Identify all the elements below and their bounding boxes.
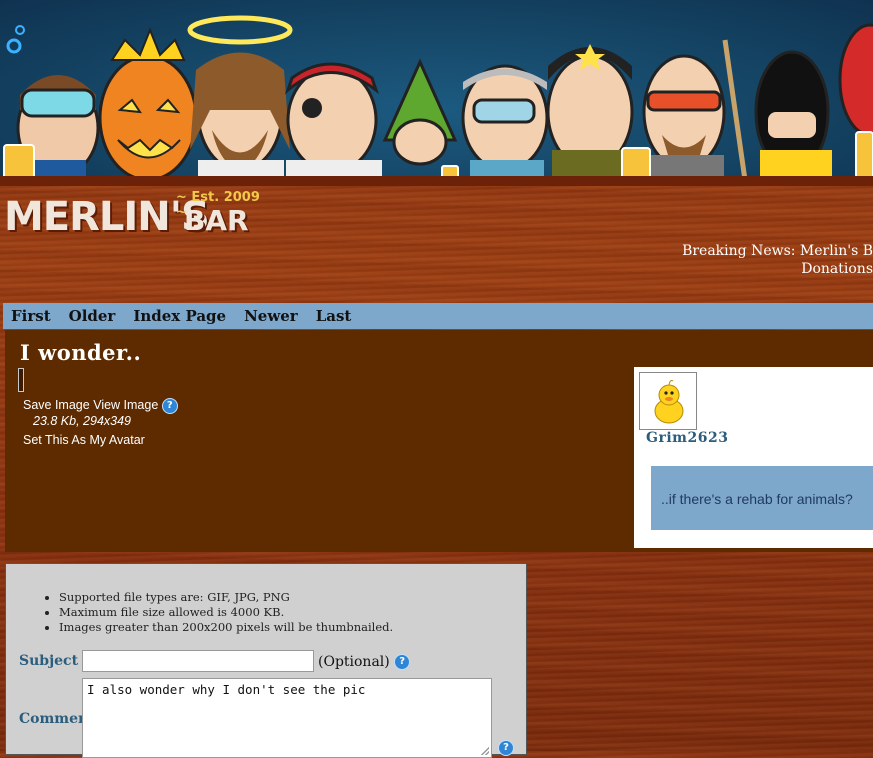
image-meta: 23.8 Kb, 294x349 (33, 414, 131, 428)
site-logo[interactable]: MERLIN'S ~ Est. 2009 ~ BAR (4, 186, 274, 240)
set-avatar-link[interactable]: Set This As My Avatar (23, 433, 145, 447)
image-caption: ..if there's a rehab for animals? (661, 491, 853, 507)
news-line-1: Breaking News: Merlin's B (682, 243, 873, 259)
subject-input[interactable] (82, 650, 314, 672)
logo-bar-text: BAR (184, 204, 249, 237)
save-image-link[interactable]: Save Image (23, 398, 90, 412)
rule-item: Images greater than 200x200 pixels will … (59, 620, 393, 635)
image-nav-bar: First Older Index Page Newer Last (3, 303, 873, 329)
caption-box: ..if there's a rehab for animals? (651, 466, 873, 530)
image-panel: I wonder.. Save Image View Image ? 23.8 … (5, 330, 873, 552)
avatar[interactable] (639, 372, 697, 430)
bar-counter-edge (0, 176, 873, 186)
nav-newer[interactable]: Newer (244, 303, 298, 330)
bar-characters-illustration (3, 15, 873, 182)
help-icon[interactable]: ? (394, 654, 411, 670)
comment-text: I also wonder why I don't see the pic (87, 682, 366, 697)
reply-form: Supported file types are: GIF, JPG, PNG … (5, 563, 527, 758)
comment-textarea[interactable]: I also wonder why I don't see the pic (82, 678, 492, 758)
rule-item: Maximum file size allowed is 4000 KB. (59, 605, 393, 620)
image-actions: Save Image View Image ? (23, 398, 178, 414)
subject-label: Subject (19, 653, 79, 669)
nav-index-page[interactable]: Index Page (133, 303, 226, 330)
header-banner (0, 0, 873, 182)
help-icon[interactable]: ? (498, 740, 514, 756)
nav-older[interactable]: Older (69, 303, 116, 330)
news-ticker[interactable]: Breaking News: Merlin's B Donations (573, 242, 873, 278)
optional-text: (Optional) (318, 654, 390, 670)
post-title: I wonder.. (20, 340, 142, 365)
upload-rules: Supported file types are: GIF, JPG, PNG … (39, 590, 393, 635)
rule-item: Supported file types are: GIF, JPG, PNG (59, 590, 393, 605)
nav-last[interactable]: Last (316, 303, 352, 330)
duck-avatar-icon (654, 380, 684, 424)
help-icon[interactable]: ? (161, 398, 178, 414)
optional-label: (Optional) ? (318, 654, 411, 670)
nav-first[interactable]: First (11, 303, 51, 330)
poster-card: Grim2623 ..if there's a rehab for animal… (634, 367, 873, 548)
news-line-2: Donations (801, 261, 873, 277)
resize-handle-icon[interactable] (481, 747, 489, 755)
poster-username[interactable]: Grim2623 (646, 430, 728, 446)
broken-image[interactable] (18, 368, 24, 392)
view-image-link[interactable]: View Image (93, 398, 158, 412)
